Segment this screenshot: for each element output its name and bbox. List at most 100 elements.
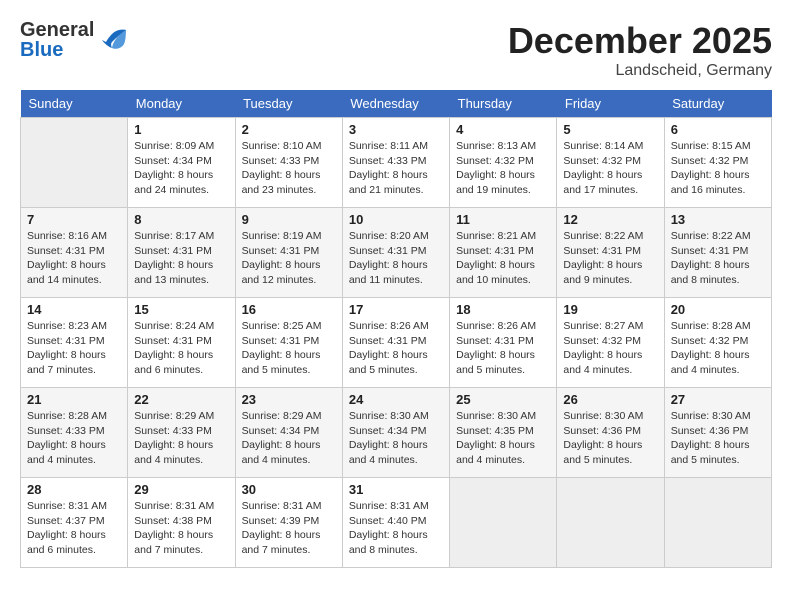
calendar-cell: 16Sunrise: 8:25 AM Sunset: 4:31 PM Dayli… [235,298,342,388]
calendar-cell: 15 Sunrise: 8:24 AM Sunset: 4:31 PM Dayli… [128,298,235,388]
day-info: Sunrise: 8:27 AM Sunset: 4:32 PM Dayligh… [563,319,657,378]
day-number: 19 [563,302,657,317]
calendar-cell: 26Sunrise: 8:30 AM Sunset: 4:36 PM Dayli… [557,388,664,478]
calendar-cell: 23 Sunrise: 8:29 AM Sunset: 4:34 PM Dayli… [235,388,342,478]
day-number: 14 [27,302,121,317]
day-info: Sunrise: 8:22 AM Sunset: 4:31 PM Dayligh… [671,229,765,288]
day-number: 18 [456,302,550,317]
day-info: Sunrise: 8:29 AM Sunset: 4:33 PM Dayligh… [134,409,228,468]
calendar-header-row: SundayMondayTuesdayWednesdayThursdayFrid… [21,90,772,118]
calendar-week-row: 21Sunrise: 8:28 AM Sunset: 4:33 PM Dayli… [21,388,772,478]
day-info: Sunrise: 8:22 AM Sunset: 4:31 PM Dayligh… [563,229,657,288]
day-number: 22 [134,392,228,407]
day-number: 6 [671,122,765,137]
day-info: Sunrise: 8:15 AM Sunset: 4:32 PM Dayligh… [671,139,765,198]
day-number: 4 [456,122,550,137]
page-header: General Blue December 2025 Landscheid, G… [20,20,772,80]
day-info: Sunrise: 8:31 AM Sunset: 4:38 PM Dayligh… [134,499,228,558]
day-info: Sunrise: 8:30 AM Sunset: 4:35 PM Dayligh… [456,409,550,468]
day-number: 28 [27,482,121,497]
day-info: Sunrise: 8:30 AM Sunset: 4:36 PM Dayligh… [671,409,765,468]
calendar-cell: 29 Sunrise: 8:31 AM Sunset: 4:38 PM Dayli… [128,478,235,568]
calendar-cell [450,478,557,568]
logo: General Blue [20,20,130,60]
calendar-day-header: Wednesday [342,90,449,118]
calendar-cell: 19 Sunrise: 8:27 AM Sunset: 4:32 PM Dayli… [557,298,664,388]
day-info: Sunrise: 8:31 AM Sunset: 4:37 PM Dayligh… [27,499,121,558]
calendar-cell: 22 Sunrise: 8:29 AM Sunset: 4:33 PM Dayli… [128,388,235,478]
calendar-week-row: 1Sunrise: 8:09 AM Sunset: 4:34 PM Daylig… [21,118,772,208]
calendar-week-row: 14 Sunrise: 8:23 AM Sunset: 4:31 PM Dayli… [21,298,772,388]
day-info: Sunrise: 8:26 AM Sunset: 4:31 PM Dayligh… [349,319,443,378]
calendar-day-header: Sunday [21,90,128,118]
day-info: Sunrise: 8:17 AM Sunset: 4:31 PM Dayligh… [134,229,228,288]
day-number: 26 [563,392,657,407]
day-info: Sunrise: 8:23 AM Sunset: 4:31 PM Dayligh… [27,319,121,378]
calendar-cell: 18 Sunrise: 8:26 AM Sunset: 4:31 PM Dayli… [450,298,557,388]
calendar-cell: 9 Sunrise: 8:19 AM Sunset: 4:31 PM Daylig… [235,208,342,298]
logo-bird-icon [98,26,130,54]
calendar-cell [21,118,128,208]
month-title: December 2025 [508,20,772,62]
day-info: Sunrise: 8:28 AM Sunset: 4:33 PM Dayligh… [27,409,121,468]
calendar-cell: 2 Sunrise: 8:10 AM Sunset: 4:33 PM Daylig… [235,118,342,208]
day-number: 5 [563,122,657,137]
day-info: Sunrise: 8:20 AM Sunset: 4:31 PM Dayligh… [349,229,443,288]
day-number: 2 [242,122,336,137]
calendar-cell: 17Sunrise: 8:26 AM Sunset: 4:31 PM Dayli… [342,298,449,388]
day-number: 9 [242,212,336,227]
calendar-cell: 11Sunrise: 8:21 AM Sunset: 4:31 PM Dayli… [450,208,557,298]
day-number: 10 [349,212,443,227]
calendar-cell: 20Sunrise: 8:28 AM Sunset: 4:32 PM Dayli… [664,298,771,388]
calendar-cell [557,478,664,568]
logo-blue-text: Blue [20,40,94,60]
day-number: 23 [242,392,336,407]
day-number: 7 [27,212,121,227]
calendar-cell: 8Sunrise: 8:17 AM Sunset: 4:31 PM Daylig… [128,208,235,298]
title-block: December 2025 Landscheid, Germany [508,20,772,80]
day-number: 13 [671,212,765,227]
calendar-cell: 21Sunrise: 8:28 AM Sunset: 4:33 PM Dayli… [21,388,128,478]
day-number: 25 [456,392,550,407]
day-info: Sunrise: 8:26 AM Sunset: 4:31 PM Dayligh… [456,319,550,378]
day-info: Sunrise: 8:13 AM Sunset: 4:32 PM Dayligh… [456,139,550,198]
day-number: 15 [134,302,228,317]
calendar-cell: 24 Sunrise: 8:30 AM Sunset: 4:34 PM Dayli… [342,388,449,478]
day-info: Sunrise: 8:31 AM Sunset: 4:40 PM Dayligh… [349,499,443,558]
day-number: 31 [349,482,443,497]
day-number: 3 [349,122,443,137]
calendar-cell: 13 Sunrise: 8:22 AM Sunset: 4:31 PM Dayli… [664,208,771,298]
calendar-cell: 30Sunrise: 8:31 AM Sunset: 4:39 PM Dayli… [235,478,342,568]
day-info: Sunrise: 8:28 AM Sunset: 4:32 PM Dayligh… [671,319,765,378]
calendar-table: SundayMondayTuesdayWednesdayThursdayFrid… [20,90,772,568]
day-number: 29 [134,482,228,497]
day-info: Sunrise: 8:30 AM Sunset: 4:34 PM Dayligh… [349,409,443,468]
day-number: 11 [456,212,550,227]
calendar-cell: 6 Sunrise: 8:15 AM Sunset: 4:32 PM Daylig… [664,118,771,208]
day-info: Sunrise: 8:10 AM Sunset: 4:33 PM Dayligh… [242,139,336,198]
day-number: 16 [242,302,336,317]
day-info: Sunrise: 8:14 AM Sunset: 4:32 PM Dayligh… [563,139,657,198]
calendar-cell [664,478,771,568]
day-info: Sunrise: 8:19 AM Sunset: 4:31 PM Dayligh… [242,229,336,288]
calendar-day-header: Friday [557,90,664,118]
calendar-cell: 12 Sunrise: 8:22 AM Sunset: 4:31 PM Dayli… [557,208,664,298]
calendar-cell: 10 Sunrise: 8:20 AM Sunset: 4:31 PM Dayli… [342,208,449,298]
calendar-cell: 28 Sunrise: 8:31 AM Sunset: 4:37 PM Dayli… [21,478,128,568]
day-number: 30 [242,482,336,497]
day-number: 24 [349,392,443,407]
calendar-cell: 25 Sunrise: 8:30 AM Sunset: 4:35 PM Dayli… [450,388,557,478]
day-info: Sunrise: 8:24 AM Sunset: 4:31 PM Dayligh… [134,319,228,378]
calendar-day-header: Tuesday [235,90,342,118]
logo-general-text: General [20,20,94,40]
day-info: Sunrise: 8:09 AM Sunset: 4:34 PM Dayligh… [134,139,228,198]
day-number: 12 [563,212,657,227]
day-info: Sunrise: 8:29 AM Sunset: 4:34 PM Dayligh… [242,409,336,468]
day-number: 27 [671,392,765,407]
calendar-week-row: 7Sunrise: 8:16 AM Sunset: 4:31 PM Daylig… [21,208,772,298]
calendar-cell: 7Sunrise: 8:16 AM Sunset: 4:31 PM Daylig… [21,208,128,298]
calendar-day-header: Monday [128,90,235,118]
calendar-week-row: 28 Sunrise: 8:31 AM Sunset: 4:37 PM Dayli… [21,478,772,568]
calendar-cell: 1Sunrise: 8:09 AM Sunset: 4:34 PM Daylig… [128,118,235,208]
calendar-cell: 5 Sunrise: 8:14 AM Sunset: 4:32 PM Daylig… [557,118,664,208]
